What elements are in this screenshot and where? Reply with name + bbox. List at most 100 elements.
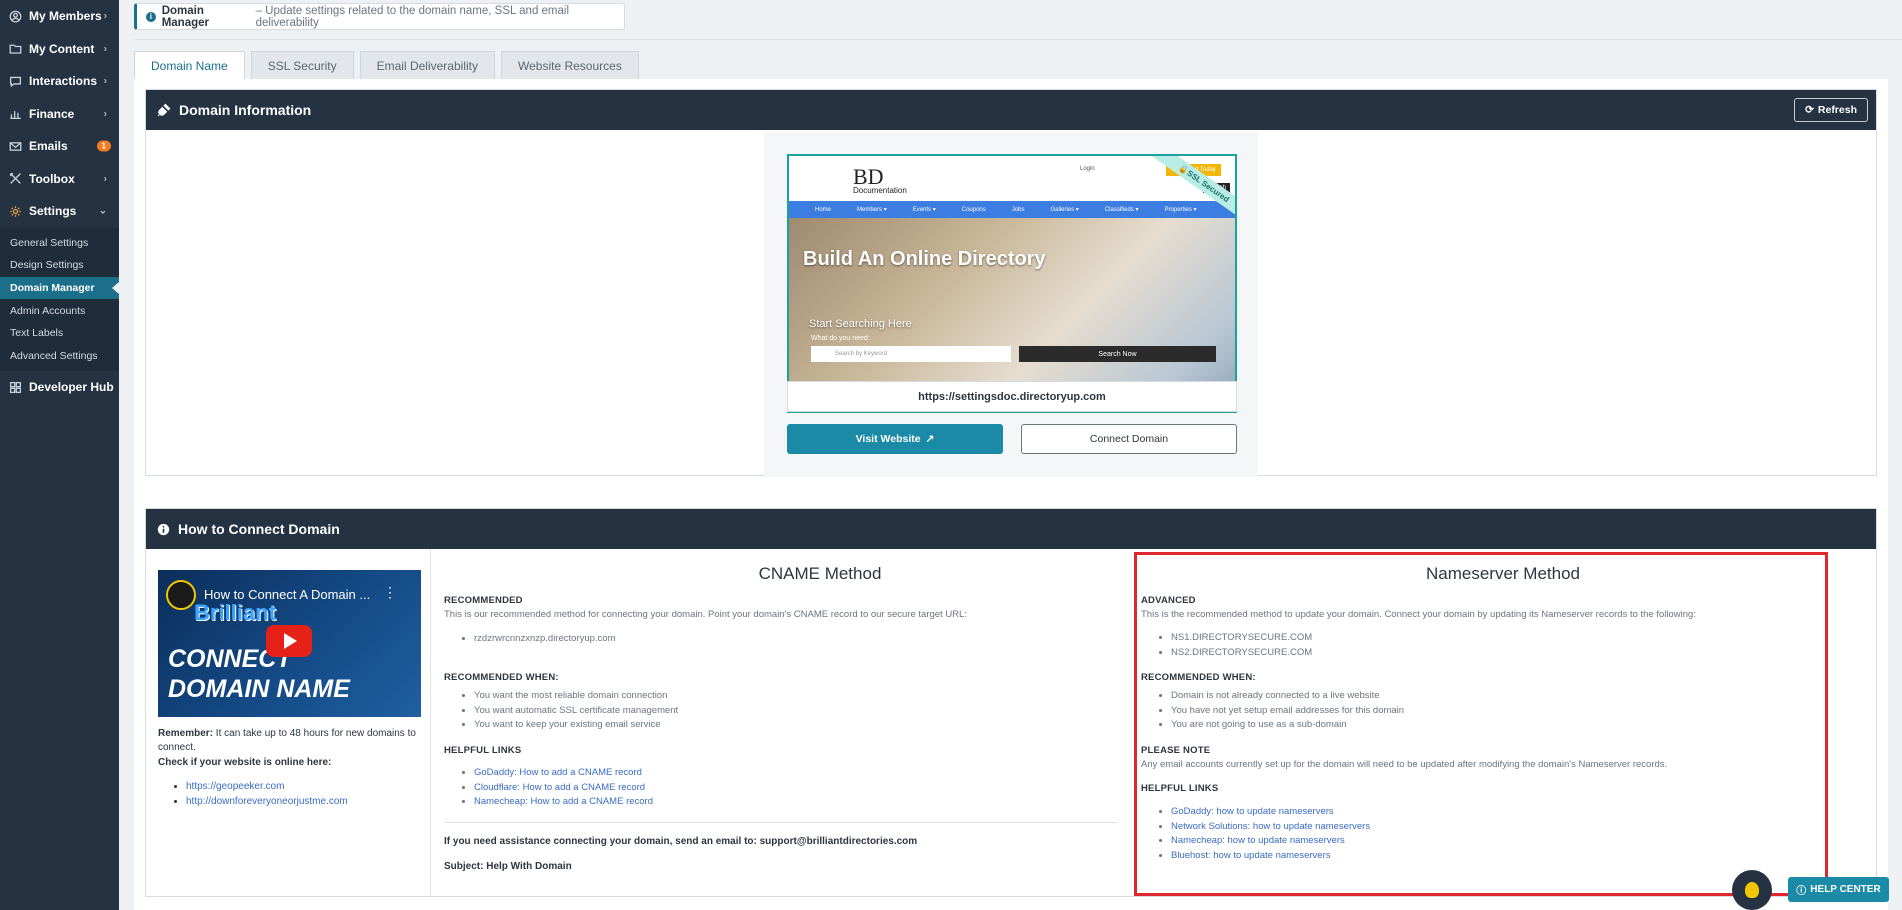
sidebar-item-my-content[interactable]: My Content › [0, 33, 119, 66]
preview-nav-item: Classifieds ▾ [1104, 207, 1139, 213]
sidebar-item-settings[interactable]: Settings ⌄ [0, 195, 119, 228]
submenu-admin-accounts[interactable]: Admin Accounts [0, 299, 119, 322]
visit-website-button[interactable]: Visit Website ↗ [787, 424, 1003, 454]
settings-submenu: General Settings Design Settings Domain … [0, 227, 119, 372]
sidebar-item-label: Emails [29, 139, 68, 154]
geopeeker-link[interactable]: https://geopeeker.com [186, 781, 284, 792]
preview-nav-item: Members ▾ [857, 207, 887, 213]
preview-nav-item: Events ▾ [912, 207, 936, 213]
submenu-text-labels[interactable]: Text Labels [0, 322, 119, 345]
tab-website-resources[interactable]: Website Resources [501, 51, 639, 79]
list-item: https://geopeeker.com [186, 781, 348, 796]
sidebar-item-interactions[interactable]: Interactions › [0, 65, 119, 98]
chevron-right-icon: › [103, 75, 107, 87]
tutorial-video[interactable]: How to Connect A Domain ... ⋮ Brilliant … [158, 570, 421, 717]
info-icon: i [146, 11, 156, 22]
sidebar-item-emails[interactable]: Emails 1 [0, 130, 119, 163]
divider [444, 822, 1118, 823]
cname-links-list: GoDaddy: How to add a CNAME record Cloud… [474, 767, 653, 811]
visit-website-label: Visit Website [855, 433, 921, 445]
cname-when-label: RECOMMENDED WHEN: [444, 672, 559, 683]
list-item: GoDaddy: How to add a CNAME record [474, 767, 653, 782]
tab-domain-name[interactable]: Domain Name [134, 51, 245, 80]
submenu-advanced-settings[interactable]: Advanced Settings [0, 344, 119, 367]
preview-login: Login [1080, 166, 1095, 172]
user-circle-icon [8, 9, 22, 23]
preview-hero-need: What do you need: [811, 335, 870, 342]
check-online-label: Check if your website is online here: [158, 757, 332, 768]
lightbulb-icon[interactable] [1732, 870, 1772, 910]
mail-icon [8, 139, 22, 153]
help-center-label: HELP CENTER [1810, 884, 1881, 895]
chat-icon [8, 74, 22, 88]
video-brand: Brilliant [194, 600, 276, 625]
list-item: You want to keep your existing email ser… [474, 719, 678, 734]
namecheap-cname-link[interactable]: Namecheap: How to add a CNAME record [474, 796, 653, 807]
list-item: You want automatic SSL certificate manag… [474, 705, 678, 720]
panel-title: Domain Information [179, 102, 312, 118]
column-divider [430, 549, 431, 896]
preview-nav-item: Home [815, 206, 832, 213]
folder-icon [8, 42, 22, 56]
notice-description: – Update settings related to the domain … [255, 4, 570, 29]
cname-recommended-label: RECOMMENDED [444, 595, 523, 606]
refresh-label: Refresh [1817, 104, 1857, 116]
preview-logo: BD Documentation [853, 164, 907, 195]
refresh-icon: ⟳ [1805, 104, 1814, 116]
preview-nav: Home Members ▾ Events ▾ Coupons Jobs Gal… [789, 201, 1235, 218]
cname-links-label: HELPFUL LINKS [444, 745, 522, 756]
assistance-text: If you need assistance connecting your d… [444, 836, 918, 847]
cloudflare-cname-link[interactable]: Cloudflare: How to add a CNAME record [474, 782, 645, 793]
page-notice: i Domain Manager – Update settings relat… [134, 3, 625, 30]
sidebar-item-label: Finance [29, 106, 75, 121]
video-caption-line2: DOMAIN NAME [168, 675, 350, 703]
tab-bar: Domain Name SSL Security Email Deliverab… [134, 51, 645, 80]
sidebar-item-my-members[interactable]: My Members › [0, 0, 119, 33]
sidebar-item-finance[interactable]: Finance › [0, 98, 119, 131]
tab-ssl-security[interactable]: SSL Security [250, 51, 354, 79]
notification-badge: 1 [96, 140, 111, 152]
assistance-subject: Subject: Help With Domain [444, 861, 572, 872]
preview-search-input: Search by Keyword [811, 346, 1011, 362]
play-button[interactable] [266, 625, 312, 657]
divider [134, 39, 1902, 40]
godaddy-cname-link[interactable]: GoDaddy: How to add a CNAME record [474, 767, 642, 778]
panel-title: How to Connect Domain [178, 521, 340, 537]
sidebar-item-developer-hub[interactable]: Developer Hub [0, 371, 119, 404]
list-item: Namecheap: How to add a CNAME record [474, 796, 653, 811]
panel-header: Domain Information ⟳ Refresh [146, 90, 1876, 130]
tab-email-deliverability[interactable]: Email Deliverability [359, 51, 495, 79]
sidebar-item-label: Developer Hub [29, 380, 114, 395]
check-online-links: https://geopeeker.com http://downforever… [186, 781, 348, 810]
preview-nav-item: Coupons [961, 206, 986, 213]
downforeveryone-link[interactable]: http://downforeveryoneorjustme.com [186, 796, 348, 807]
preview-logo-sub: Documentation [853, 186, 907, 195]
sidebar: My Members › My Content › Interactions ›… [0, 0, 119, 910]
sidebar-item-label: Toolbox [29, 171, 75, 186]
sidebar-item-label: Interactions [29, 74, 98, 89]
list-item: http://downforeveryoneorjustme.com [186, 796, 348, 811]
external-link-icon: ↗ [925, 433, 935, 445]
sidebar-item-toolbox[interactable]: Toolbox › [0, 163, 119, 196]
connect-domain-button[interactable]: Connect Domain [1021, 424, 1237, 454]
refresh-button[interactable]: ⟳ Refresh [1794, 98, 1868, 122]
help-center-button[interactable]: ⓘ HELP CENTER [1788, 877, 1889, 902]
sidebar-item-label: My Content [29, 41, 95, 56]
preview-hero-start: Start Searching Here [809, 318, 912, 330]
grid-icon [8, 380, 22, 394]
preview-nav-item: Galleries ▾ [1050, 207, 1079, 213]
submenu-domain-manager[interactable]: Domain Manager [0, 276, 119, 300]
list-item: Cloudflare: How to add a CNAME record [474, 782, 653, 797]
chevron-right-icon: › [103, 10, 107, 22]
sidebar-item-label: Settings [29, 204, 77, 219]
preview-nav-item: Jobs [1011, 206, 1025, 213]
channel-avatar [166, 580, 196, 610]
preview-hero-title: Build An Online Directory [803, 248, 1046, 270]
site-preview-screenshot: BD Documentation Login Get Listed Today … [787, 154, 1237, 413]
submenu-general-settings[interactable]: General Settings [0, 232, 119, 255]
submenu-design-settings[interactable]: Design Settings [0, 254, 119, 277]
highlight-box [1134, 552, 1828, 896]
domain-url: https://settingsdoc.directoryup.com [787, 381, 1237, 412]
more-options-icon[interactable]: ⋮ [383, 584, 397, 601]
panel-header: How to Connect Domain [146, 509, 1876, 549]
